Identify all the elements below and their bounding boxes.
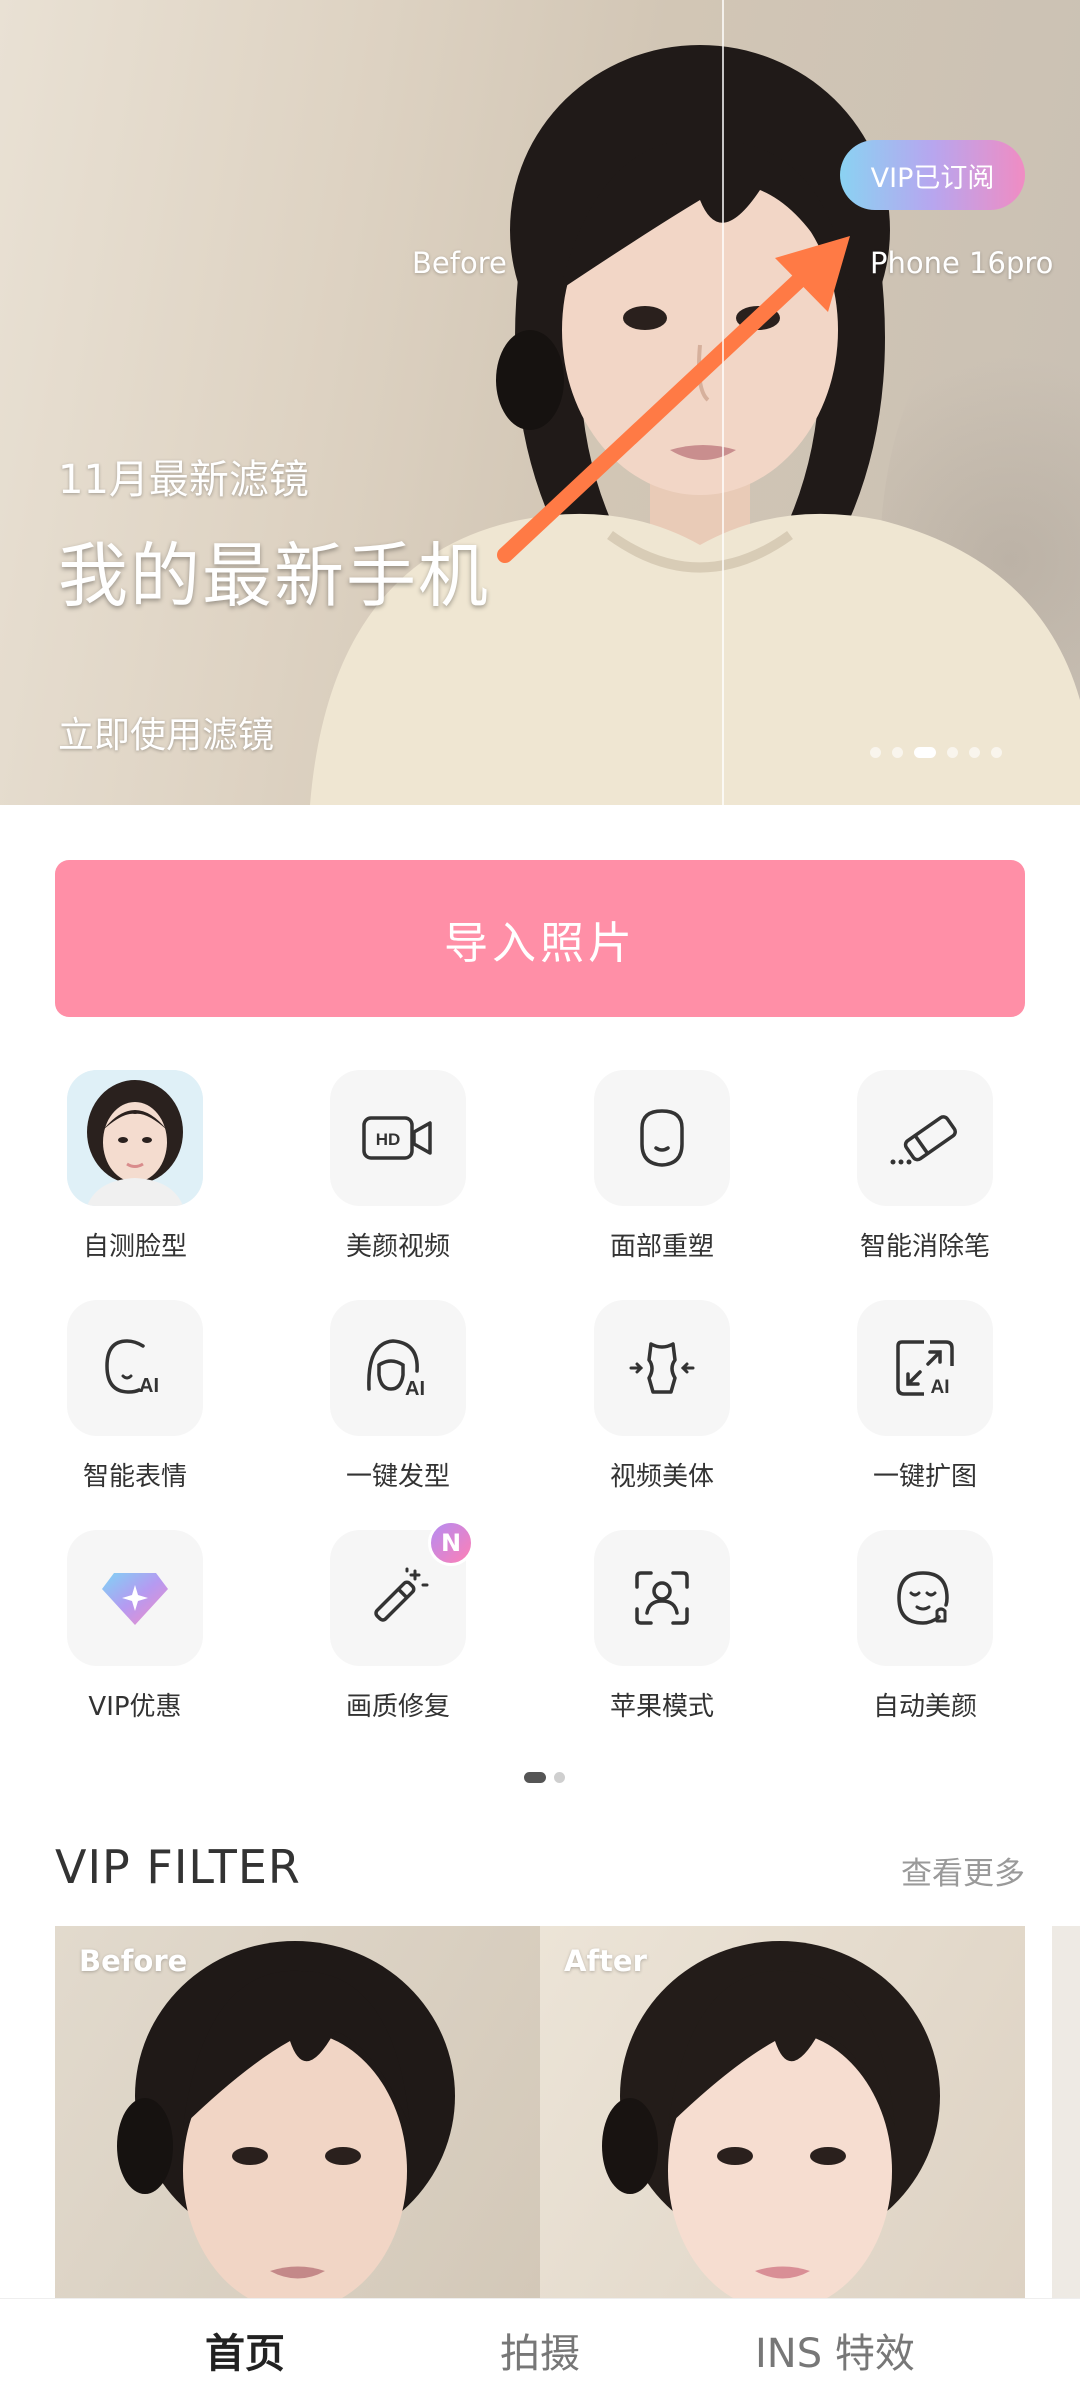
tool-label: 面部重塑: [609, 1232, 714, 1262]
nav-camera[interactable]: 拍摄: [500, 2321, 580, 2379]
grid-page-dot: [554, 1772, 565, 1783]
nav-ins-effects[interactable]: INS 特效: [755, 2321, 915, 2379]
tool-tile[interactable]: [857, 1530, 993, 1666]
tool-label: 智能表情: [82, 1462, 187, 1492]
grid-page-indicator: [524, 1772, 565, 1783]
hd-video-icon: HD: [362, 1116, 432, 1160]
vip-subscribed-badge[interactable]: VIP已订阅: [840, 140, 1025, 210]
import-photo-button[interactable]: 导入照片: [55, 860, 1025, 1017]
nav-home[interactable]: 首页: [205, 2321, 285, 2379]
carousel-dot: [991, 747, 1002, 758]
tool-smart-expression[interactable]: AI 智能表情: [35, 1300, 235, 1510]
tool-smart-eraser[interactable]: 智能消除笔: [825, 1070, 1025, 1280]
svg-text:AI: AI: [139, 1375, 159, 1397]
ai-hair-icon: AI: [367, 1339, 425, 1399]
grid-page-dot-active: [524, 1772, 546, 1783]
tool-label: 自测脸型: [82, 1232, 187, 1262]
tool-tile[interactable]: HD: [330, 1070, 466, 1206]
vip-filter-card[interactable]: Before After: [55, 1926, 1025, 2300]
before-image: Before: [55, 1926, 540, 2300]
before-tag: Before: [79, 1944, 188, 1978]
tool-beauty-video[interactable]: HD 美颜视频: [298, 1070, 498, 1280]
tool-tile[interactable]: [67, 1530, 203, 1666]
tool-tile[interactable]: AI: [857, 1300, 993, 1436]
magic-wand-icon: [374, 1567, 429, 1622]
tool-tile[interactable]: [594, 1300, 730, 1436]
tool-tile[interactable]: AI: [67, 1300, 203, 1436]
tool-label: 一键发型: [345, 1462, 450, 1492]
after-image: After: [540, 1926, 1025, 2300]
ai-expand-icon: AI: [896, 1340, 954, 1398]
face-scan-icon: [635, 1571, 689, 1625]
carousel-dot-active: [914, 747, 936, 758]
tool-label: 苹果模式: [609, 1692, 714, 1722]
tool-label: VIP优惠: [88, 1692, 182, 1722]
diamond-icon: [102, 1573, 168, 1625]
tool-auto-beauty[interactable]: 自动美颜: [825, 1530, 1025, 1740]
tool-vip-discount[interactable]: VIP优惠: [35, 1530, 235, 1740]
tool-quality-repair[interactable]: N 画质修复: [298, 1520, 498, 1740]
tool-tile[interactable]: [67, 1070, 203, 1206]
tool-label: 画质修复: [345, 1692, 450, 1722]
beauty-face-icon: [897, 1571, 949, 1625]
tool-tile[interactable]: N: [330, 1520, 474, 1666]
svg-text:AI: AI: [405, 1378, 425, 1399]
tool-video-body[interactable]: 视频美体: [562, 1300, 762, 1510]
vip-filter-title: VIP FILTER: [55, 1840, 301, 1894]
after-portrait: [602, 1941, 940, 2300]
svg-text:HD: HD: [376, 1130, 401, 1149]
carousel-indicator: [870, 747, 1002, 758]
tool-apple-mode[interactable]: 苹果模式: [562, 1530, 762, 1740]
tool-face-test[interactable]: 自测脸型: [35, 1070, 235, 1280]
hero-portrait-image: [310, 45, 1080, 805]
see-more-link[interactable]: 查看更多: [901, 1848, 1025, 1893]
carousel-dot: [892, 747, 903, 758]
tool-one-click-expand[interactable]: AI 一键扩图: [825, 1300, 1025, 1510]
before-after-divider[interactable]: [722, 0, 724, 805]
new-badge: N: [428, 1520, 474, 1566]
tool-tile[interactable]: [594, 1530, 730, 1666]
face-portrait-icon: [67, 1070, 203, 1206]
tool-tile[interactable]: [594, 1070, 730, 1206]
hero-title: 我的最新手机: [58, 535, 490, 617]
after-tag: After: [564, 1944, 647, 1978]
svg-text:AI: AI: [931, 1377, 950, 1398]
body-shape-icon: [629, 1342, 695, 1394]
tool-tile[interactable]: AI: [330, 1300, 466, 1436]
carousel-dot: [947, 747, 958, 758]
tool-tile[interactable]: [857, 1070, 993, 1206]
ai-face-icon: AI: [105, 1339, 159, 1397]
device-label: Phone 16pro: [870, 246, 1054, 280]
use-filter-link[interactable]: 立即使用滤镜: [58, 706, 274, 758]
tool-label: 智能消除笔: [859, 1232, 990, 1262]
eraser-icon: [890, 1115, 957, 1165]
hero-subtitle: 11月最新滤镜: [58, 457, 309, 503]
tool-label: 美颜视频: [345, 1232, 450, 1262]
before-portrait: [117, 1941, 455, 2300]
before-label: Before: [412, 246, 507, 280]
tool-label: 一键扩图: [872, 1462, 977, 1492]
hero-banner[interactable]: Before Phone 16pro VIP已订阅 11月最新滤镜 我的最新手机…: [0, 0, 1080, 805]
tool-label: 自动美颜: [872, 1692, 977, 1722]
carousel-dot: [870, 747, 881, 758]
tool-one-click-hair[interactable]: AI 一键发型: [298, 1300, 498, 1510]
carousel-dot: [969, 747, 980, 758]
bottom-navigation: 首页 拍摄 INS 特效: [0, 2298, 1080, 2400]
next-filter-card-peek[interactable]: [1052, 1926, 1080, 2300]
tool-face-reshape[interactable]: 面部重塑: [562, 1070, 762, 1280]
face-outline-icon: [640, 1109, 684, 1167]
tool-label: 视频美体: [609, 1462, 714, 1492]
